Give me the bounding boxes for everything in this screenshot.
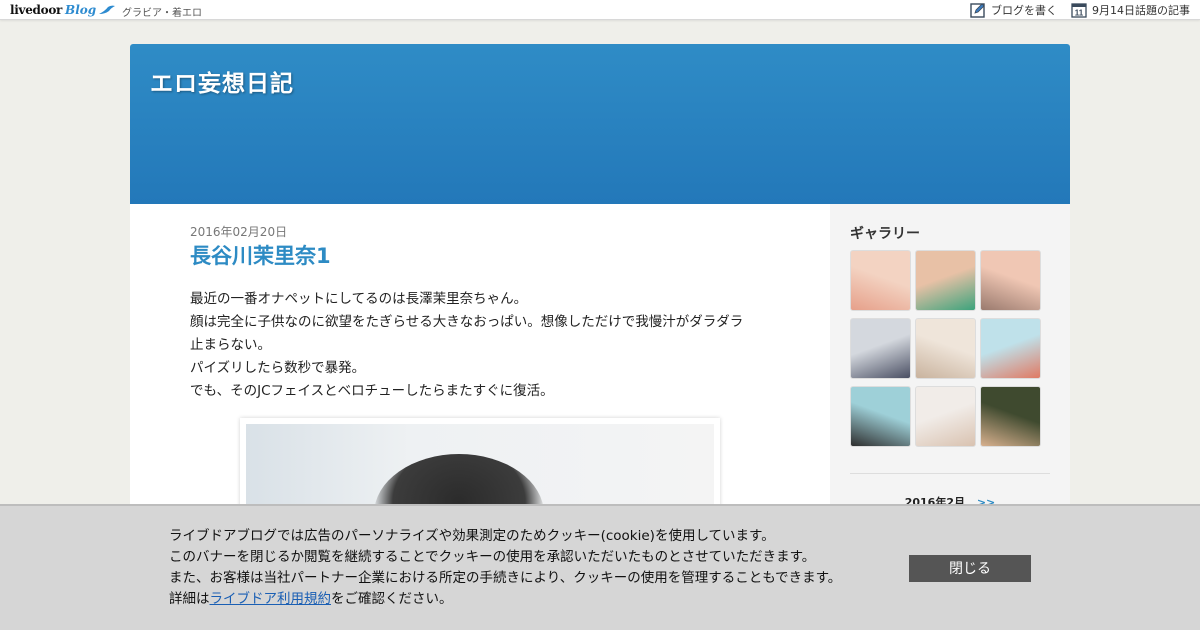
gallery-thumbnail[interactable] (850, 386, 911, 447)
cookie-line: また、お客様は当社パートナー企業における所定の手続きにより、クッキーの使用を管理… (169, 570, 842, 586)
topics-link[interactable]: 11 9月14日話題の記事 (1071, 2, 1190, 18)
cookie-detail-suffix: をご確認ください。 (331, 591, 453, 607)
terms-link[interactable]: ライブドア利用規約 (210, 591, 332, 607)
gallery-thumbnail[interactable] (980, 386, 1041, 447)
write-blog-link[interactable]: ブログを書く (970, 2, 1057, 18)
cookie-line: ライブドアブログでは広告のパーソナライズや効果測定のためクッキー(cookie)… (169, 528, 775, 544)
pencil-edit-icon (970, 3, 985, 18)
topics-label: 9月14日話題の記事 (1092, 4, 1190, 17)
gallery-heading: ギャラリー (850, 226, 920, 242)
livedoor-blog-logo[interactable]: livedoor Blog (10, 1, 116, 19)
post-line: 顔は完全に子供なのに欲望をたぎらせる大きなおっぱい。想像しただけで我慢汁がダラダ… (190, 314, 744, 330)
post-line: パイズリしたら数秒で暴発。 (190, 360, 366, 376)
gallery-thumbnail[interactable] (980, 250, 1041, 311)
gallery-grid (850, 250, 1045, 447)
calendar-day: 11 (1075, 9, 1084, 18)
top-bar: livedoor Blog グラビア・着エロ ブログを書く 11 9月14日話題… (0, 0, 1200, 20)
post-line: 最近の一番オナペットにしてるのは長澤茉里奈ちゃん。 (190, 291, 528, 307)
cookie-close-button[interactable]: 閉じる (909, 555, 1031, 582)
post-body: 最近の一番オナペットにしてるのは長澤茉里奈ちゃん。 顔は完全に子供なのに欲望をた… (190, 288, 780, 403)
post-date: 2016年02月20日 (190, 225, 288, 239)
cookie-banner: ライブドアブログでは広告のパーソナライズや効果測定のためクッキー(cookie)… (0, 504, 1200, 630)
bird-icon (99, 5, 116, 15)
gallery-thumbnail[interactable] (850, 250, 911, 311)
sidebar-divider (850, 473, 1050, 474)
top-right-links: ブログを書く 11 9月14日話題の記事 (970, 2, 1190, 18)
post-line: 止まらない。 (190, 337, 271, 353)
calendar-icon: 11 (1071, 3, 1087, 18)
gallery-thumbnail[interactable] (915, 250, 976, 311)
post-title[interactable]: 長谷川茉里奈1 (190, 240, 331, 270)
cookie-detail-prefix: 詳細は (169, 591, 210, 607)
cookie-message: ライブドアブログでは広告のパーソナライズや効果測定のためクッキー(cookie)… (169, 526, 841, 610)
logo-blog-text: Blog (65, 3, 97, 17)
cookie-line: 詳細はライブドア利用規約をご確認ください。 (169, 589, 841, 610)
logo-text: livedoor (10, 3, 63, 17)
gallery-thumbnail[interactable] (850, 318, 911, 379)
post-line: でも、そのJCフェイスとベロチューしたらまたすぐに復活。 (190, 383, 554, 399)
blog-header: エロ妄想日記 (130, 44, 1070, 204)
gallery-thumbnail[interactable] (980, 318, 1041, 379)
category-link[interactable]: グラビア・着エロ (122, 4, 202, 19)
blog-title[interactable]: エロ妄想日記 (150, 64, 294, 98)
gallery-thumbnail[interactable] (915, 386, 976, 447)
cookie-line: このバナーを閉じるか閲覧を継続することでクッキーの使用を承認いただいたものとさせ… (169, 549, 816, 565)
gallery-thumbnail[interactable] (915, 318, 976, 379)
write-blog-label: ブログを書く (991, 4, 1057, 17)
